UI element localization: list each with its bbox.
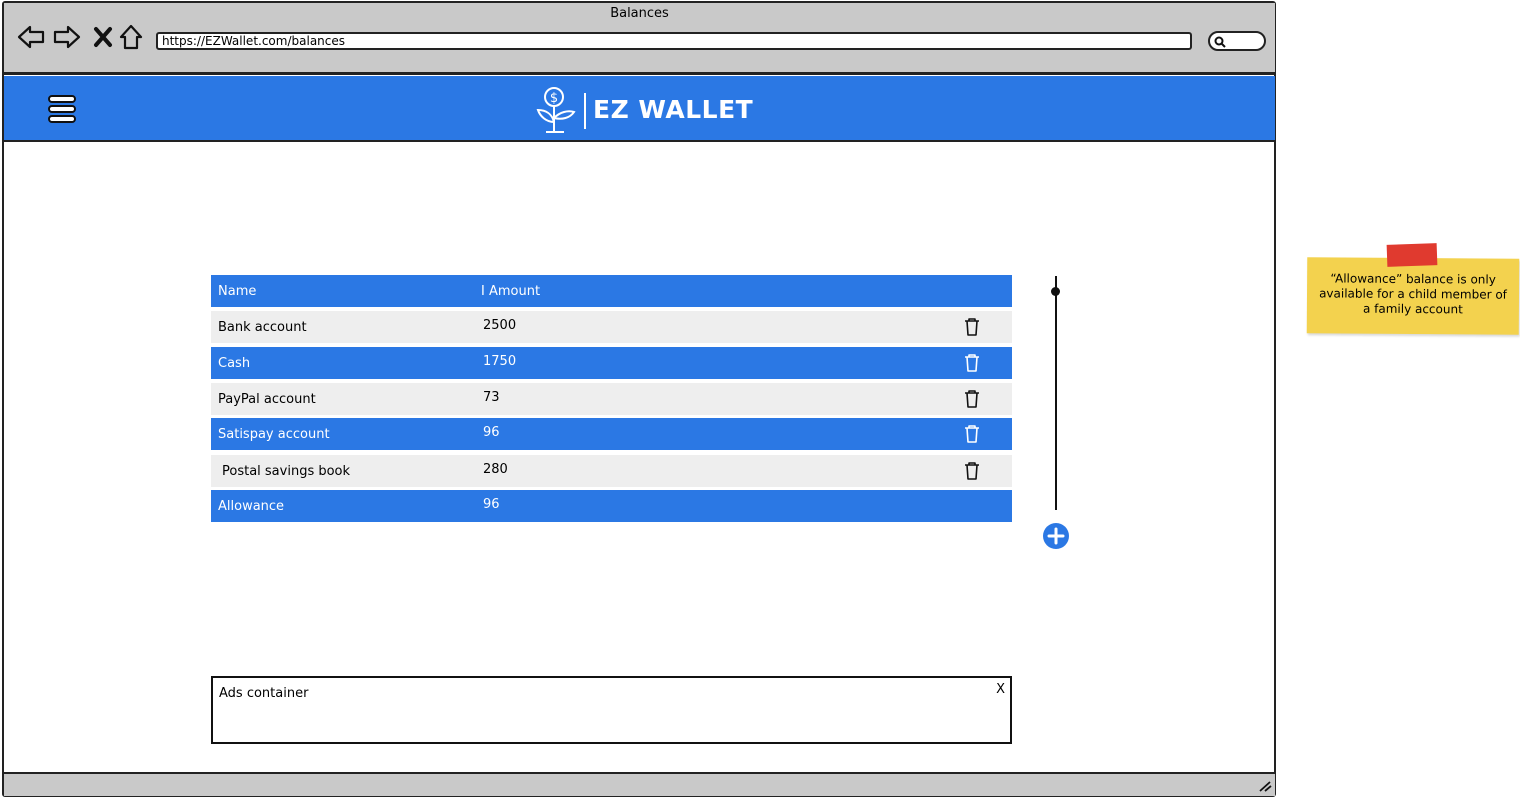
note-text: “Allowance” balance is only available fo… — [1319, 271, 1507, 317]
vertical-scrollbar[interactable] — [1055, 276, 1057, 510]
table-row[interactable]: PayPal account 73 — [211, 383, 1012, 415]
forward-arrow-icon[interactable] — [52, 22, 82, 52]
row-name: Postal savings book — [222, 464, 351, 479]
browser-search-field[interactable] — [1208, 31, 1266, 51]
header-name: Name — [218, 284, 257, 299]
toolbar-divider — [4, 72, 1275, 75]
trash-icon[interactable] — [963, 389, 981, 409]
brand-name: EZ WALLET — [593, 95, 754, 124]
note-tape — [1386, 243, 1438, 267]
back-arrow-icon[interactable] — [16, 22, 46, 52]
table-row[interactable]: Cash 1750 — [211, 347, 1012, 379]
row-amount: 73 — [483, 390, 500, 405]
row-amount: 280 — [483, 462, 508, 477]
row-amount: 1750 — [483, 354, 517, 369]
trash-icon[interactable] — [963, 424, 981, 444]
table-header: Name I Amount — [211, 275, 1012, 307]
table-row[interactable]: Satispay account 96 — [211, 418, 1012, 450]
ads-container: Ads container X — [211, 676, 1012, 744]
row-amount: 96 — [483, 497, 500, 512]
address-bar[interactable]: https://EZWallet.com/balances — [156, 32, 1192, 50]
row-name: Bank account — [218, 320, 307, 335]
svg-text:$: $ — [550, 91, 558, 106]
row-name: Allowance — [218, 499, 285, 514]
row-name: PayPal account — [218, 392, 316, 407]
money-plant-icon: $ — [536, 87, 576, 133]
table-row[interactable]: Allowance 96 — [211, 490, 1012, 522]
row-amount: 96 — [483, 425, 500, 440]
plus-circle-icon[interactable] — [1042, 522, 1070, 550]
search-icon — [1214, 36, 1226, 48]
hamburger-menu-icon[interactable] — [47, 94, 77, 124]
window-title: Balances — [610, 6, 669, 21]
table-row[interactable]: Postal savings book 280 — [211, 455, 1012, 487]
ads-close-button[interactable]: X — [996, 682, 1005, 697]
status-bar — [4, 772, 1275, 796]
header-amount: I Amount — [481, 284, 541, 299]
ads-label: Ads container — [219, 686, 309, 701]
scrollbar-thumb[interactable] — [1051, 287, 1060, 296]
trash-icon[interactable] — [963, 461, 981, 481]
row-name: Satispay account — [218, 427, 330, 442]
logo-divider — [584, 93, 586, 129]
trash-icon[interactable] — [963, 353, 981, 373]
home-icon[interactable] — [117, 22, 147, 52]
table-row[interactable]: Bank account 2500 — [211, 311, 1012, 343]
sticky-note: “Allowance” balance is only available fo… — [1306, 257, 1520, 335]
resize-grip-icon[interactable] — [1258, 780, 1272, 792]
row-name: Cash — [218, 356, 251, 371]
trash-icon[interactable] — [963, 317, 981, 337]
row-amount: 2500 — [483, 318, 517, 333]
close-x-icon[interactable] — [88, 22, 118, 52]
